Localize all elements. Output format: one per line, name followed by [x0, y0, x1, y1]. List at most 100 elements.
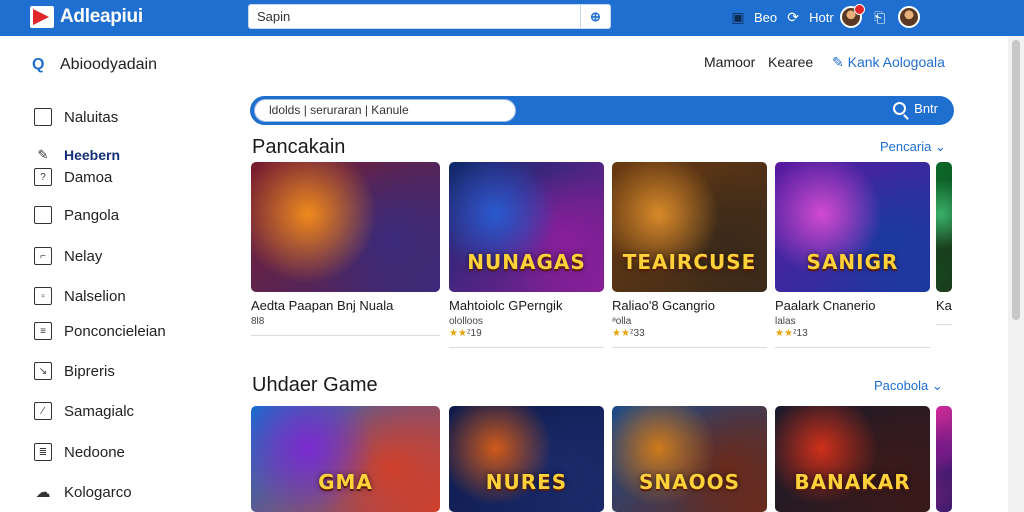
game-name[interactable]: Ka	[936, 298, 952, 313]
app-title: Adleapiui	[60, 6, 143, 27]
game-name[interactable]: Mahtoiolc GPerngik	[449, 298, 604, 313]
section-title: Uhdaer Game	[252, 374, 378, 396]
avatar[interactable]	[839, 4, 865, 28]
game-thumbnail[interactable]: NURES	[449, 406, 604, 512]
section-more-link[interactable]: Pencaria ⌄	[880, 139, 946, 155]
sidebar-item-naluitas[interactable]: Naluitas	[34, 108, 118, 126]
divider	[775, 347, 930, 348]
sidebar-item-nedoone[interactable]: ≣ Nedoone	[34, 443, 125, 461]
main-search-input[interactable]: ldolds | seruraran | Kanule	[254, 99, 516, 122]
divider	[612, 347, 767, 348]
sidebar-item-label: Nelay	[64, 247, 103, 265]
game-card[interactable]: Aedta Paapan Bnj Nuala 8l8	[251, 162, 440, 336]
header-link-3[interactable]: ✎ Kank Aologoala	[832, 54, 945, 71]
user-avatar[interactable]	[897, 6, 920, 28]
main-search-button-label: Bntr	[914, 101, 938, 116]
game-meta: ololloos	[449, 316, 604, 327]
top-search-input[interactable]	[249, 9, 569, 24]
game-name[interactable]: Paalark Cnanerio	[775, 298, 930, 313]
game-thumbnail[interactable]: TEAIRCUSE	[612, 162, 767, 292]
top-search-button[interactable]: ⊕	[580, 5, 610, 28]
game-meta-text: 8l8	[251, 316, 265, 327]
edit-icon: ✎	[37, 147, 49, 162]
game-thumbnail[interactable]: NUNAGAS	[449, 162, 604, 292]
menu-icon: ≣	[34, 443, 52, 461]
window-icon[interactable]: ▣	[728, 7, 748, 27]
game-thumbnail[interactable]: SNAOOS	[612, 406, 767, 512]
sidebar-item-pangola[interactable]: Pangola	[34, 206, 119, 224]
game-art-title: TEAIRCUSE	[622, 250, 757, 274]
sidebar: Q Abioodyadain Naluitas ✎ Heebern ? Damoa …	[0, 36, 240, 512]
game-card[interactable]: BANAKAR	[775, 406, 930, 512]
scrollbar-thumb[interactable]	[1012, 40, 1020, 320]
game-card[interactable]: TEAIRCUSE Raliao'8 Gcangrio ᵊolla ★★ᶻ33	[612, 162, 767, 348]
game-card[interactable]: NUNAGAS Mahtoiolc GPerngik ololloos ★★ᶻ19	[449, 162, 604, 348]
game-card[interactable]: SANIGR Paalark Cnanerio lalas ★★ᶻ13	[775, 162, 930, 348]
game-card[interactable]: NURES	[449, 406, 604, 512]
game-meta-text: lalas	[775, 316, 796, 327]
refresh-icon[interactable]: ⟳	[783, 7, 803, 27]
game-art-title: GMA	[318, 470, 373, 494]
sidebar-item-label: Bipreris	[64, 362, 115, 380]
game-card[interactable]: SNAOOS	[612, 406, 767, 512]
sidebar-item-label: Damoa	[64, 168, 113, 186]
sidebar-item-nalselion[interactable]: ▫ Nalselion	[34, 287, 126, 305]
sidebar-item-bipreris[interactable]: ↘ Bipreris	[34, 362, 115, 380]
game-thumbnail[interactable]	[251, 162, 440, 292]
game-thumbnail[interactable]	[936, 162, 952, 292]
sidebar-item-kologarco[interactable]: ☁ Kologarco	[34, 483, 132, 502]
sidebar-item-damoa[interactable]: ? Damoa	[34, 168, 112, 186]
list-icon: ≡	[34, 322, 52, 340]
game-art-title: SANIGR	[806, 250, 899, 274]
bookmark-icon	[34, 206, 52, 224]
star-icon: ★★	[775, 328, 793, 339]
game-art	[936, 162, 952, 292]
sidebar-item-heebern[interactable]: ✎ Heebern	[34, 146, 120, 164]
square-icon	[34, 108, 52, 126]
game-rating: ★★ᶻ13	[775, 328, 930, 339]
main-search-button[interactable]: Bntr	[893, 101, 938, 116]
game-art	[612, 406, 767, 512]
sidebar-header-label: Abioodyadain	[60, 56, 157, 73]
sidebar-header[interactable]: Q Abioodyadain	[32, 56, 157, 74]
header-link-1[interactable]: Mamoor	[704, 54, 755, 70]
game-art-title: SNAOOS	[638, 470, 741, 494]
sidebar-item-label: Nalselion	[64, 287, 126, 305]
game-card[interactable]	[936, 406, 952, 512]
game-thumbnail[interactable]: BANAKAR	[775, 406, 930, 512]
page-icon: ⌐	[34, 247, 52, 265]
sidebar-item-samagialc[interactable]: ⁄ Samagialc	[34, 402, 134, 420]
game-meta-text: ololloos	[449, 316, 483, 327]
game-name[interactable]: Raliao'8 Gcangrio	[612, 298, 767, 313]
top-action-2[interactable]: Hotr	[809, 10, 834, 25]
game-rating: ★★ᶻ19	[449, 328, 604, 339]
cloud-icon: ☁	[35, 484, 51, 501]
game-thumbnail[interactable]: GMA	[251, 406, 440, 512]
section-more-link[interactable]: Pacobola ⌄	[874, 378, 943, 394]
edit-box-icon: ⁄	[34, 402, 52, 420]
top-actions: ▣ Beo ⟳ Hotr ⎗	[728, 4, 920, 28]
header-link-2[interactable]: Kearee	[768, 54, 813, 70]
sidebar-item-ponconcieleian[interactable]: ≡ Ponconcieleian	[34, 322, 166, 340]
top-action-1[interactable]: Beo	[754, 10, 777, 25]
divider	[251, 335, 440, 336]
game-card[interactable]: Ka	[936, 162, 952, 325]
sidebar-item-label: Nedoone	[64, 443, 125, 461]
sidebar-item-nelay[interactable]: ⌐ Nelay	[34, 247, 102, 265]
header-link-3-label: Kank Aologoala	[847, 54, 945, 70]
game-name[interactable]: Aedta Paapan Bnj Nuala	[251, 298, 440, 313]
pen-icon: ✎	[832, 54, 848, 70]
clipboard-icon[interactable]: ⎗	[870, 7, 890, 27]
app-logo-icon[interactable]	[30, 6, 54, 28]
game-meta: ᵊolla	[612, 316, 767, 327]
scrollbar[interactable]	[1008, 36, 1024, 512]
game-thumbnail[interactable]	[936, 406, 952, 512]
game-meta: 8l8	[251, 316, 440, 327]
game-card[interactable]: GMA	[251, 406, 440, 512]
game-meta: lalas	[775, 316, 930, 327]
search-icon: Q	[32, 56, 45, 73]
sidebar-item-label: Heebern	[64, 147, 121, 163]
game-thumbnail[interactable]: SANIGR	[775, 162, 930, 292]
game-art	[775, 406, 930, 512]
sidebar-item-label: Kologarco	[64, 483, 132, 501]
